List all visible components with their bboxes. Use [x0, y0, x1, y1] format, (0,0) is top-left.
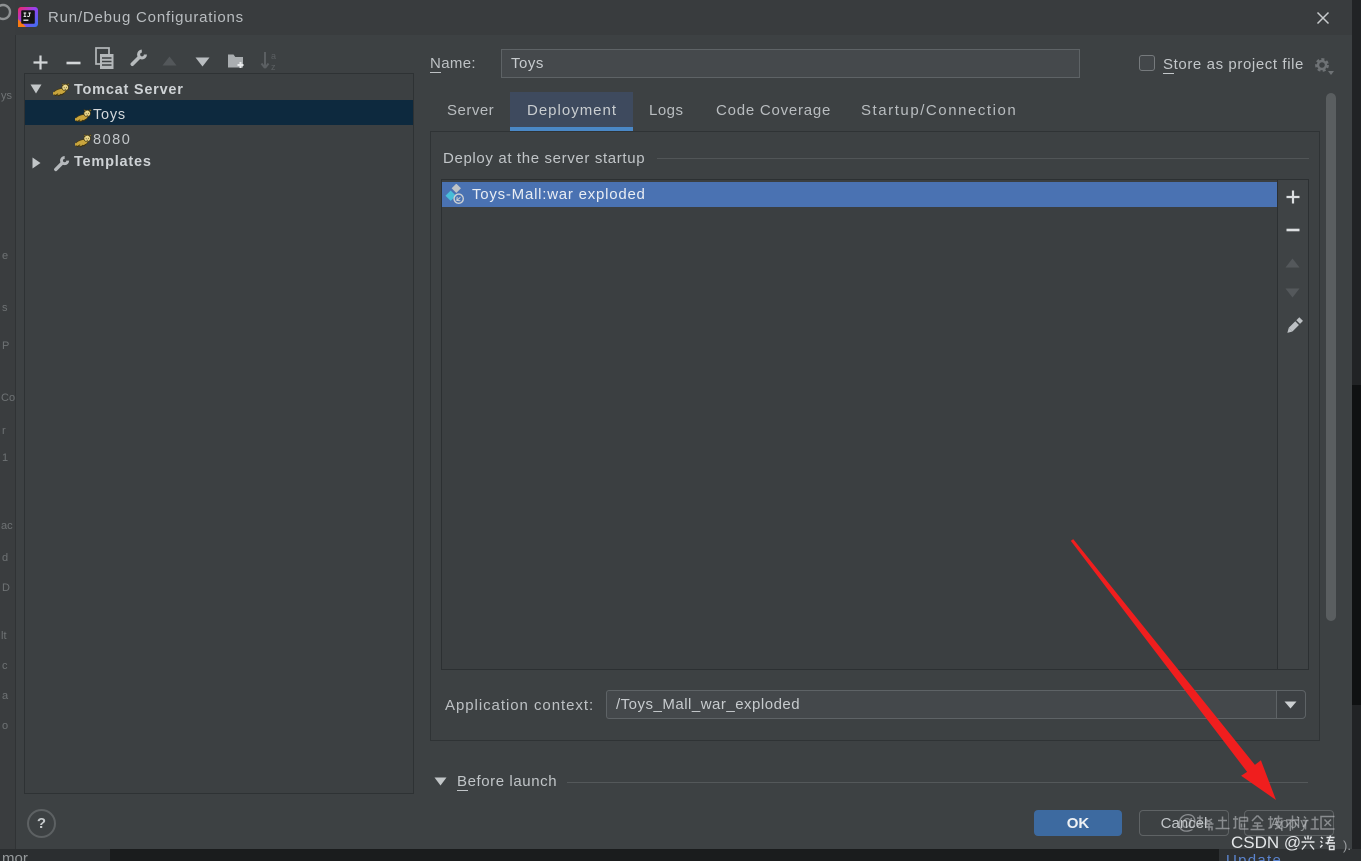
- svg-text:a: a: [271, 51, 276, 61]
- svg-text:z: z: [271, 62, 276, 72]
